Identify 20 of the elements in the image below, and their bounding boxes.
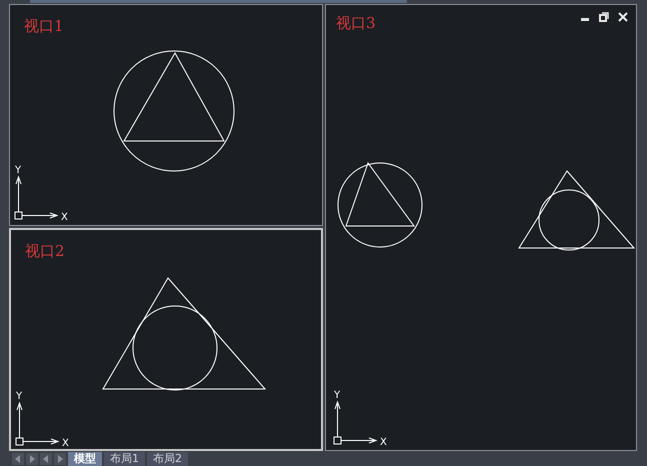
ucs-axes-icon	[16, 402, 60, 446]
axis-label: Y	[15, 165, 22, 176]
axis-label: X	[62, 438, 69, 450]
restore-icon[interactable]	[599, 12, 609, 22]
axis-label: Y	[334, 390, 340, 402]
viewport-label: 视口1	[24, 17, 64, 36]
axis-label: X	[380, 437, 387, 448]
viewport[interactable]: 视口1 Y X	[9, 4, 323, 226]
viewport[interactable]: 视口3 Y X	[325, 4, 637, 452]
axis-label: X	[61, 212, 68, 224]
ucs-axes-icon	[14, 176, 58, 220]
layout-tab[interactable]: 布局2	[147, 452, 188, 466]
viewport[interactable]: 视口2 Y X	[9, 228, 323, 452]
axis-label: Y	[16, 391, 22, 402]
close-icon[interactable]	[618, 12, 628, 22]
ucs-axes-icon	[334, 400, 378, 445]
layout-tab[interactable]: 布局1	[104, 452, 145, 466]
viewport-label: 视口2	[25, 242, 65, 262]
layout-tab[interactable]: 模型	[68, 452, 102, 466]
viewport-label: 视口3	[336, 14, 376, 34]
